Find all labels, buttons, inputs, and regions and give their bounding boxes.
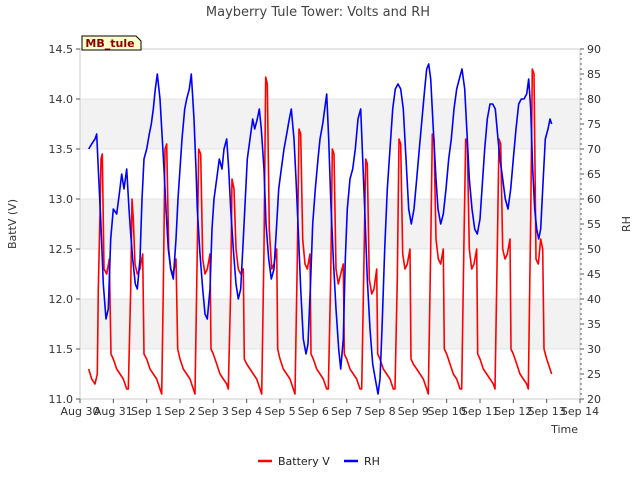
- x-tick-label: Sep 7: [331, 405, 362, 418]
- y-tick-label: 14.0: [49, 93, 74, 106]
- station-label: MB_tule: [85, 37, 134, 50]
- y2-tick-label: 60: [587, 193, 601, 206]
- y2-tick-label: 40: [587, 293, 601, 306]
- x-tick-label: Sep 3: [198, 405, 229, 418]
- y2-tick-label: 70: [587, 143, 601, 156]
- x-tick-label: Sep 14: [561, 405, 599, 418]
- y2-tick-label: 30: [587, 343, 601, 356]
- x-axis: Aug 30Aug 31Sep 1 Sep 2 Sep 3 Sep 4 Sep 5 Sep…: [61, 399, 599, 418]
- y-tick-label: 13.0: [49, 193, 74, 206]
- y2-tick-label: 80: [587, 93, 601, 106]
- y2-tick-label: 75: [587, 118, 601, 131]
- x-tick-label: Sep 5: [264, 405, 295, 418]
- x-tick-label: Sep 2: [164, 405, 195, 418]
- station-badge: MB_tule: [81, 35, 142, 51]
- x-tick-label: Sep 9: [398, 405, 429, 418]
- x-tick-label: Sep 4: [231, 405, 262, 418]
- y-axis-left: 11.011.512.012.513.013.514.014.5: [49, 43, 80, 406]
- chart-title: Mayberry Tule Tower: Volts and RH: [206, 5, 430, 20]
- y2-tick-label: 50: [587, 243, 601, 256]
- x-axis-title: Time: [550, 423, 578, 436]
- legend: Battery V RH: [258, 455, 380, 468]
- y2-tick-label: 25: [587, 368, 601, 381]
- y-axis-right: 202530354045505560657075808590: [580, 43, 601, 406]
- x-tick-label: Aug 31: [94, 405, 133, 418]
- legend-label: RH: [364, 455, 380, 468]
- y-tick-label: 11.5: [49, 343, 74, 356]
- y-tick-label: 12.0: [49, 293, 74, 306]
- y2-axis-title: RH: [620, 216, 633, 232]
- y2-tick-label: 90: [587, 43, 601, 56]
- y2-tick-label: 65: [587, 168, 601, 181]
- y2-tick-label: 85: [587, 68, 601, 81]
- y2-tick-label: 55: [587, 218, 601, 231]
- y2-tick-label: 35: [587, 318, 601, 331]
- y-axis-title: BattV (V): [6, 199, 19, 249]
- y-tick-label: 12.5: [49, 243, 74, 256]
- grid-band: [80, 199, 580, 249]
- y2-tick-label: 45: [587, 268, 601, 281]
- x-tick-label: Sep 6: [298, 405, 329, 418]
- grid-band: [80, 99, 580, 149]
- x-tick-label: Sep 1: [131, 405, 162, 418]
- x-tick-label: Sep 8: [364, 405, 395, 418]
- y-tick-label: 13.5: [49, 143, 74, 156]
- legend-label: Battery V: [278, 455, 330, 468]
- y-tick-label: 14.5: [49, 43, 74, 56]
- volts-rh-chart: 11.011.512.012.513.013.514.014.5 2025303…: [6, 5, 633, 468]
